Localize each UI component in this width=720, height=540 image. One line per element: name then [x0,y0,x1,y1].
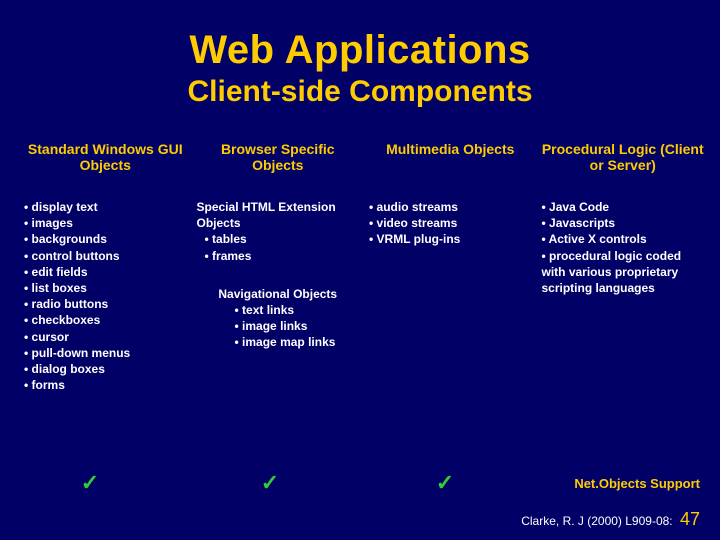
check-icon: ✓ [180,470,360,496]
columns-container: Standard Windows GUI Objects • display t… [0,121,720,393]
column-header: Procedural Logic (Client or Server) [542,141,705,179]
page-number: 47 [676,509,700,529]
list-item: • audio streams [369,199,532,215]
list-item: • frames [205,248,360,264]
column-header: Browser Specific Objects [197,141,360,179]
subsection-title: Navigational Objects [197,286,360,302]
column-body: • display text • images • backgrounds • … [24,199,187,393]
citation-text: Clarke, R. J (2000) L909-08: [521,514,672,528]
support-label: Net.Objects Support [574,476,720,491]
list-item: • video streams [369,215,532,231]
column-standard-gui: Standard Windows GUI Objects • display t… [24,141,187,393]
subsection-title: Special HTML Extension Objects [197,199,360,231]
column-header: Standard Windows GUI Objects [24,141,187,179]
check-icon: ✓ [0,470,180,496]
list-item: • backgrounds [24,231,187,247]
list-item: • forms [24,377,187,393]
list-item: • text links [197,302,360,318]
list-item: • VRML plug-ins [369,231,532,247]
list-item: • list boxes [24,280,187,296]
list-item: • procedural logic coded with various pr… [542,248,705,297]
check-icon: ✓ [360,470,530,496]
slide-title: Web Applications [0,28,720,73]
citation: Clarke, R. J (2000) L909-08: 47 [521,509,700,530]
list-item: • checkboxes [24,312,187,328]
list-item: • image links [197,318,360,334]
column-procedural-logic: Procedural Logic (Client or Server) • Ja… [542,141,705,393]
column-body: Special HTML Extension Objects • tables … [197,199,360,351]
list-item: • edit fields [24,264,187,280]
column-header: Multimedia Objects [369,141,532,179]
list-item: • Active X controls [542,231,705,247]
list-item: • images [24,215,187,231]
column-multimedia: Multimedia Objects • audio streams • vid… [369,141,532,393]
list-item: • tables [205,231,360,247]
list-item: • Java Code [542,199,705,215]
list-item: • control buttons [24,248,187,264]
list-item: • pull-down menus [24,345,187,361]
slide-subtitle: Client-side Components [0,75,720,109]
column-body: • Java Code • Javascripts • Active X con… [542,199,705,296]
list-item: • Javascripts [542,215,705,231]
column-body: • audio streams • video streams • VRML p… [369,199,532,248]
list-item: • image map links [197,334,360,350]
list-item: • dialog boxes [24,361,187,377]
list-item: • display text [24,199,187,215]
column-browser-specific: Browser Specific Objects Special HTML Ex… [197,141,360,393]
checks-row: ✓ ✓ ✓ Net.Objects Support [0,470,720,496]
list-item: • radio buttons [24,296,187,312]
list-item: • cursor [24,329,187,345]
